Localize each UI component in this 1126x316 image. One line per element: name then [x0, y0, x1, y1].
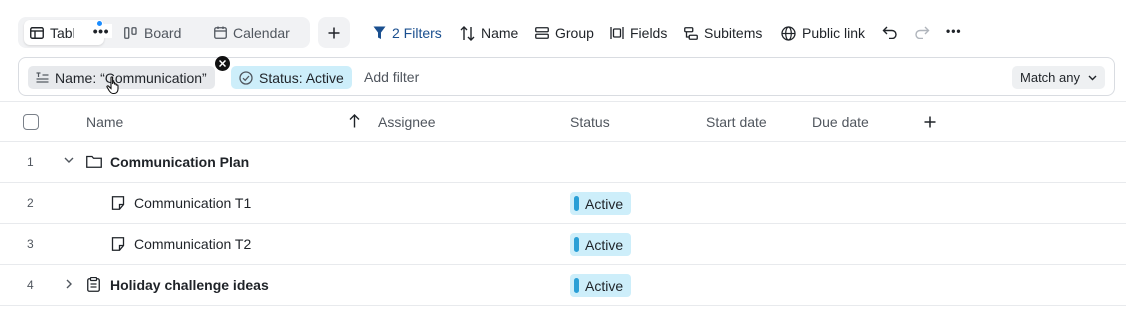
row-number: 2 [27, 196, 34, 210]
column-header-start-date[interactable]: Start date [706, 114, 767, 130]
fields-icon [610, 27, 624, 39]
subitems-icon [684, 26, 698, 40]
tab-label: Table [50, 24, 74, 41]
tab-table[interactable]: Table ••• [24, 20, 112, 45]
row-number: 3 [27, 237, 34, 251]
group-label: Group [555, 25, 594, 41]
arrow-up-icon[interactable] [349, 114, 360, 128]
row-name[interactable]: Communication T1 [134, 195, 251, 211]
status-check-icon [239, 70, 253, 85]
view-switcher: Table ••• Board Calendar [18, 17, 310, 48]
sort-label: Name [481, 25, 519, 41]
row-name[interactable]: Communication T2 [134, 236, 251, 252]
calendar-icon [214, 26, 227, 39]
sort-button[interactable]: Name [460, 22, 518, 44]
add-filter-button[interactable]: Add filter [364, 69, 419, 85]
filters-label: 2 Filters [392, 25, 442, 41]
status-color-bar [574, 196, 579, 211]
status-color-bar [574, 278, 579, 293]
sort-icon [460, 25, 475, 41]
row-name[interactable]: Holiday challenge ideas [110, 277, 269, 293]
table-row[interactable]: 1 Communication Plan [0, 142, 1126, 183]
text-field-icon [36, 72, 49, 83]
public-link-button[interactable]: Public link [781, 22, 865, 44]
column-header-name[interactable]: Name [86, 114, 123, 130]
undo-icon [882, 26, 897, 39]
plus-icon [328, 27, 340, 38]
fields-label: Fields [630, 25, 668, 41]
public-link-label: Public link [802, 25, 866, 41]
table-icon [30, 26, 44, 39]
subitems-label: Subitems [704, 25, 763, 41]
status-badge[interactable]: Active [570, 233, 632, 256]
add-view-button[interactable] [318, 17, 350, 48]
column-header-due-date[interactable]: Due date [812, 114, 869, 130]
status-label: Active [585, 236, 624, 253]
subitems-button[interactable]: Subitems [684, 22, 762, 44]
filter-icon [373, 26, 386, 39]
close-icon [219, 60, 226, 67]
table-row[interactable]: 2 Communication T1 Active [0, 183, 1126, 224]
note-icon [111, 196, 125, 210]
status-badge[interactable]: Active [570, 192, 632, 215]
match-mode-dropdown[interactable]: Match any [1012, 66, 1105, 89]
clipboard-icon [87, 277, 100, 292]
add-column-button[interactable] [924, 116, 936, 128]
status-label: Active [585, 195, 624, 212]
redo-icon [915, 26, 930, 39]
chevron-down-icon[interactable] [64, 157, 74, 164]
row-number: 1 [27, 155, 34, 169]
column-header-assignee[interactable]: Assignee [378, 114, 436, 130]
status-badge[interactable]: Active [570, 274, 632, 297]
tab-calendar[interactable]: Calendar [208, 20, 296, 45]
filter-bar: Name: “Communication” Status: Active Add… [18, 56, 1115, 96]
name-filter-label: Name: “Communication” [55, 69, 207, 86]
status-filter-chip[interactable]: Status: Active [231, 66, 352, 89]
match-mode-label: Match any [1020, 70, 1080, 85]
hand-cursor-icon [106, 76, 122, 95]
more-options-icon[interactable]: ••• [946, 24, 962, 38]
tab-label: Board [144, 24, 182, 41]
table-row[interactable]: 4 Holiday challenge ideas Active [0, 265, 1126, 306]
folder-icon [86, 155, 102, 168]
row-name[interactable]: Communication Plan [110, 154, 249, 170]
column-header-status[interactable]: Status [570, 114, 610, 130]
status-color-bar [574, 237, 579, 252]
status-label: Active [585, 277, 624, 294]
chevron-down-icon [1088, 75, 1097, 80]
group-button[interactable]: Group [535, 22, 594, 44]
tab-board[interactable]: Board [118, 20, 187, 45]
plus-icon [924, 116, 936, 128]
redo-button[interactable] [914, 25, 930, 39]
note-icon [111, 237, 125, 251]
tab-label: Calendar [233, 24, 290, 41]
table-row[interactable]: 3 Communication T2 Active [0, 224, 1126, 265]
row-number: 4 [27, 278, 34, 292]
board-icon [124, 26, 137, 39]
notification-dot [96, 20, 103, 27]
fields-button[interactable]: Fields [610, 22, 667, 44]
undo-button[interactable] [882, 25, 898, 39]
group-icon [535, 27, 549, 39]
table-header: Name Assignee Status Start date Due date [0, 101, 1126, 142]
remove-filter-button[interactable] [215, 56, 230, 71]
chevron-right-icon[interactable] [66, 279, 73, 289]
select-all-checkbox[interactable] [23, 114, 39, 130]
status-filter-label: Status: Active [259, 69, 344, 86]
filters-button[interactable]: 2 Filters [373, 22, 442, 44]
globe-icon [781, 25, 796, 41]
